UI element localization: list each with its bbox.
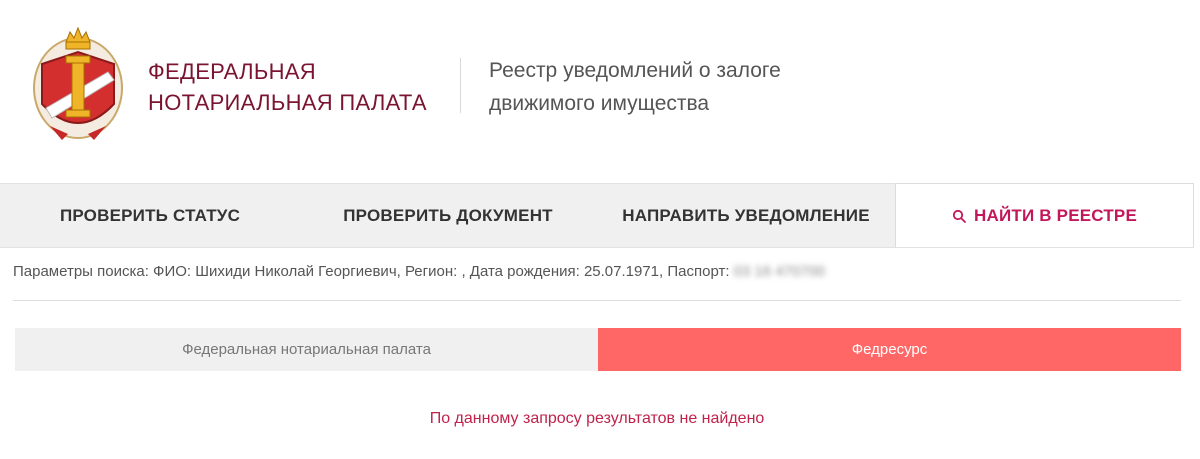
tab-check-document[interactable]: ПРОВЕРИТЬ ДОКУМЕНТ <box>300 184 596 247</box>
org-name[interactable]: ФЕДЕРАЛЬНАЯ НОТАРИАЛЬНАЯ ПАЛАТА <box>148 56 448 118</box>
no-results-message: По данному запросу результатов не найден… <box>429 410 765 427</box>
params-divider <box>13 300 1181 301</box>
registry-title-line1: Реестр уведомлений о залоге <box>489 59 781 82</box>
org-name-line2: НОТАРИАЛЬНАЯ ПАЛАТА <box>148 90 427 115</box>
tab-check-document-label: ПРОВЕРИТЬ ДОКУМЕНТ <box>343 205 553 225</box>
source-tab-fedresurs-label: Федресурс <box>851 341 928 358</box>
source-tabs: Федеральная нотариальная палата Федресур… <box>15 328 1181 371</box>
header-divider <box>460 58 461 113</box>
registry-title: Реестр уведомлений о залоге движимого им… <box>489 54 889 120</box>
org-name-line1: ФЕДЕРАЛЬНАЯ <box>148 59 316 84</box>
tab-send-notification[interactable]: НАПРАВИТЬ УВЕДОМЛЕНИЕ <box>596 184 896 247</box>
tab-search-registry-label: НАЙТИ В РЕЕСТРЕ <box>973 205 1138 225</box>
source-tab-fnp-label: Федеральная нотариальная палата <box>182 341 431 358</box>
notary-emblem-icon[interactable] <box>28 26 128 146</box>
search-parameters-text: Параметры поиска: ФИО: Шихиди Николай Ге… <box>13 263 730 280</box>
passport-value-blurred: 03 16 470700 <box>733 263 826 280</box>
source-tab-fnp[interactable]: Федеральная нотариальная палата <box>15 328 598 371</box>
site-header: ФЕДЕРАЛЬНАЯ НОТАРИАЛЬНАЯ ПАЛАТА Реестр у… <box>0 0 1200 183</box>
main-nav-tabs: ПРОВЕРИТЬ СТАТУС ПРОВЕРИТЬ ДОКУМЕНТ НАПР… <box>0 183 1194 248</box>
search-icon <box>952 209 966 223</box>
tab-check-status[interactable]: ПРОВЕРИТЬ СТАТУС <box>0 184 300 247</box>
tab-send-notification-label: НАПРАВИТЬ УВЕДОМЛЕНИЕ <box>622 205 870 225</box>
search-parameters: Параметры поиска: ФИО: Шихиди Николай Ге… <box>13 263 825 280</box>
tab-search-registry[interactable]: НАЙТИ В РЕЕСТРЕ <box>895 183 1194 247</box>
registry-title-line2: движимого имущества <box>489 92 710 115</box>
source-tab-fedresurs[interactable]: Федресурс <box>598 328 1181 371</box>
tab-check-status-label: ПРОВЕРИТЬ СТАТУС <box>59 205 241 225</box>
